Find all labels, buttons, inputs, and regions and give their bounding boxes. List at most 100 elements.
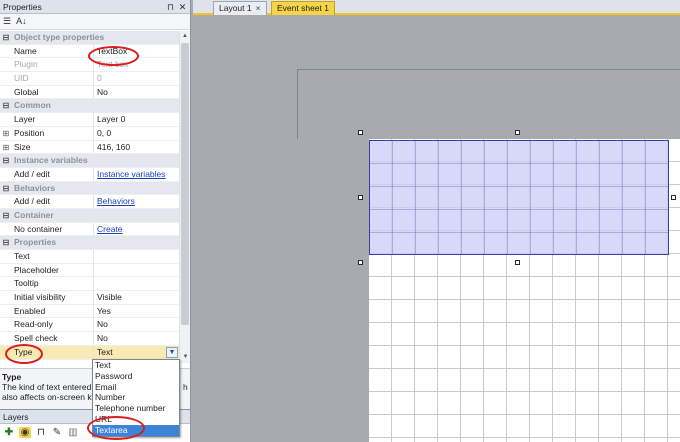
collapse-icon[interactable]: ⊟ (0, 236, 12, 249)
dropdown-option[interactable]: Password (93, 371, 179, 382)
property-link[interactable]: Create (94, 223, 179, 236)
row-gutter (0, 346, 12, 359)
dropdown-option[interactable]: Telephone number (93, 403, 179, 414)
resize-handle[interactable] (515, 260, 520, 265)
category-label: Properties (14, 237, 57, 248)
properties-toolbar: ☰ A↓ (0, 14, 190, 30)
property-name: Enabled (12, 304, 94, 318)
property-row[interactable]: Placeholder (0, 263, 179, 278)
property-row[interactable]: Enabled Yes (0, 304, 179, 319)
properties-panel: Properties ⊓ ✕ ☰ A↓ ⊟ Object type propert… (0, 0, 191, 409)
property-value[interactable]: No (94, 86, 179, 99)
property-row[interactable]: Type Text ▼ (0, 345, 179, 360)
property-value[interactable]: Visible (94, 291, 179, 304)
property-value[interactable]: No (94, 318, 179, 331)
dropdown-option[interactable]: URL (93, 414, 179, 425)
pencil-icon[interactable]: ✎ (51, 427, 63, 438)
property-row[interactable]: Layer Layer 0 (0, 113, 179, 127)
type-dropdown-list[interactable]: Text Password Email Number Telephone number U… (92, 359, 180, 437)
property-category[interactable]: ⊟ Object type properties (0, 31, 179, 45)
property-row[interactable]: Add / edit Instance variables (0, 167, 179, 182)
row-gutter (0, 72, 12, 85)
collapse-icon[interactable]: ⊟ (0, 31, 12, 44)
property-row[interactable]: Read-only No (0, 318, 179, 333)
collapse-icon[interactable]: ⊟ (0, 99, 12, 112)
property-row[interactable]: Add / edit Behaviors (0, 195, 179, 209)
property-value[interactable]: 0, 0 (94, 127, 179, 140)
lock-icon[interactable]: ⊓ (35, 427, 47, 438)
property-row[interactable]: Tooltip (0, 277, 179, 292)
scroll-down-icon[interactable]: ▼ (180, 352, 191, 363)
add-icon[interactable]: ✚ (3, 427, 15, 438)
close-icon[interactable]: ✕ (177, 0, 188, 14)
row-gutter (0, 168, 12, 181)
category-label: Common (14, 100, 51, 111)
property-row[interactable]: ⊞ Size 416, 160 (0, 140, 179, 155)
resize-handle[interactable] (358, 195, 363, 200)
textbox-object[interactable] (369, 140, 669, 255)
eye-icon[interactable]: ◉ (19, 427, 31, 438)
pin-icon[interactable]: ⊓ (165, 0, 176, 14)
property-category[interactable]: ⊟ Common (0, 99, 179, 114)
close-icon[interactable]: × (256, 3, 261, 13)
layout-canvas[interactable] (193, 17, 680, 442)
property-value[interactable] (94, 277, 179, 290)
tab-layout-1-label: Layout 1 (219, 3, 252, 13)
property-link[interactable]: Behaviors (94, 195, 179, 208)
property-value[interactable] (94, 264, 179, 277)
category-label: Instance variables (14, 155, 88, 166)
dropdown-option[interactable]: Text (93, 360, 179, 371)
property-value[interactable]: Layer 0 (94, 113, 179, 126)
sort-alphabetical-icon[interactable]: A↓ (16, 17, 27, 26)
tab-layout-1[interactable]: Layout 1 × (213, 1, 267, 15)
collapse-icon[interactable]: ⊟ (0, 182, 12, 195)
property-row[interactable]: No container Create (0, 222, 179, 237)
dropdown-option[interactable]: Textarea (93, 424, 179, 436)
property-row[interactable]: Global No (0, 85, 179, 100)
property-link[interactable]: Instance variables (94, 168, 179, 181)
property-category[interactable]: ⊟ Container (0, 208, 179, 223)
property-category[interactable]: ⊟ Instance variables (0, 154, 179, 168)
collapse-icon[interactable]: ⊟ (0, 154, 12, 167)
property-value[interactable]: Yes (94, 305, 179, 318)
property-value: Text box (97, 59, 129, 70)
tab-event-sheet-1[interactable]: Event sheet 1 (271, 1, 335, 15)
property-row[interactable]: Name TextBox (0, 44, 179, 59)
property-name: Read-only (12, 318, 94, 332)
property-value[interactable]: No (94, 332, 179, 345)
row-gutter (0, 113, 12, 126)
property-row[interactable]: ⊞ Position 0, 0 (0, 126, 179, 141)
resize-handle[interactable] (515, 130, 520, 135)
properties-scrollbar[interactable]: ▲ ▼ (179, 31, 190, 363)
property-name: Size (12, 140, 94, 154)
property-row[interactable]: Initial visibility Visible (0, 291, 179, 305)
property-value[interactable] (94, 250, 179, 263)
property-category[interactable]: ⊟ Behaviors (0, 181, 179, 196)
property-name: Spell check (12, 332, 94, 345)
dropdown-option[interactable]: Number (93, 392, 179, 403)
resize-handle[interactable] (671, 195, 676, 200)
resize-handle[interactable] (358, 130, 363, 135)
dropdown-option[interactable]: Email (93, 382, 179, 393)
row-gutter (0, 86, 12, 99)
property-name: UID (12, 72, 94, 85)
property-value[interactable]: TextBox (94, 45, 179, 58)
property-category[interactable]: ⊟ Properties (0, 236, 179, 250)
collapse-icon[interactable]: ⊟ (0, 209, 12, 222)
scrollbar-thumb[interactable] (181, 43, 189, 325)
property-name: Placeholder (12, 263, 94, 277)
property-name: Type (12, 345, 94, 359)
expand-icon[interactable]: ⊞ (0, 141, 12, 154)
row-gutter (0, 305, 12, 318)
scroll-up-icon[interactable]: ▲ (180, 31, 190, 42)
expand-icon[interactable]: ⊞ (0, 127, 12, 140)
categorized-view-icon[interactable]: ☰ (3, 17, 11, 26)
resize-handle[interactable] (358, 260, 363, 265)
property-row[interactable]: Spell check No (0, 332, 179, 346)
trash-icon[interactable]: ▥ (67, 427, 79, 438)
chevron-down-icon[interactable]: ▼ (166, 346, 178, 358)
property-value[interactable]: 416, 160 (94, 141, 179, 154)
property-name: Initial visibility (12, 291, 94, 304)
property-row[interactable]: Text (0, 250, 179, 264)
tab-event-sheet-1-label: Event sheet 1 (277, 3, 329, 13)
